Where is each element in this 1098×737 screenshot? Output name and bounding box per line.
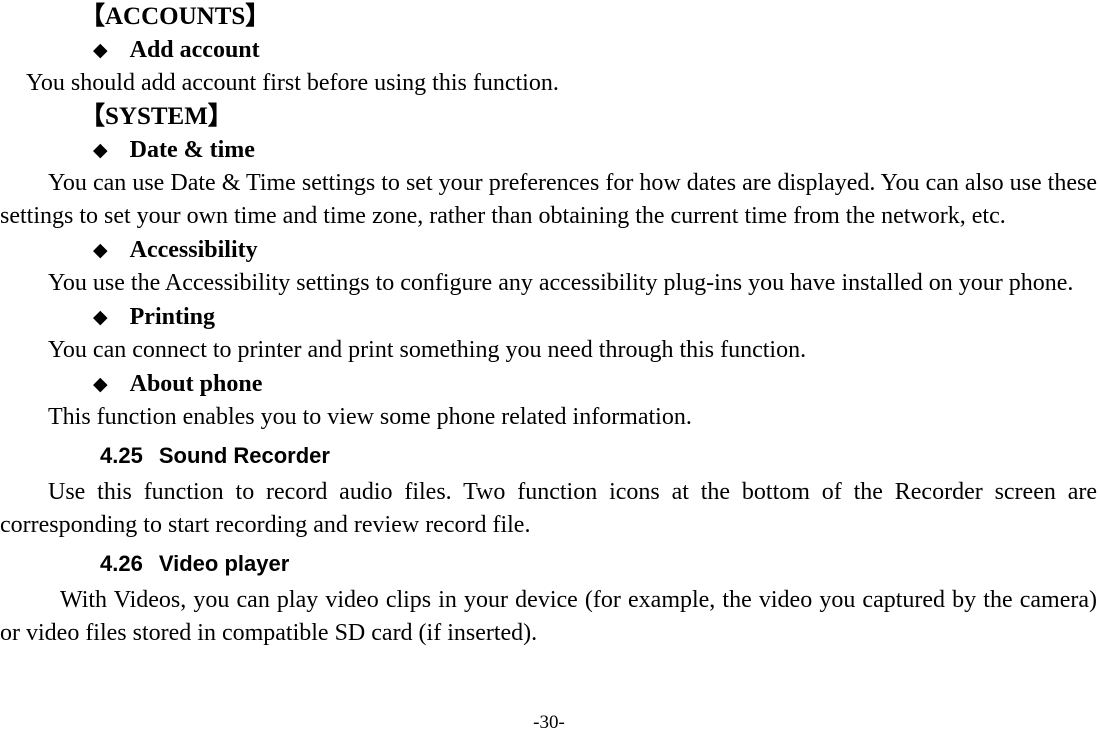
diamond-bullet-icon: ◆ <box>93 239 108 261</box>
bullet-item-date-time: ◆ Date & time <box>0 133 1098 167</box>
bullet-item-printing: ◆ Printing <box>0 300 1098 334</box>
document-page: 【ACCOUNTS】 ◆ Add account You should add a… <box>0 0 1098 737</box>
bullet-label-date-time: Date & time <box>129 137 255 163</box>
diamond-bullet-icon: ◆ <box>93 306 108 328</box>
paragraph-date-time: You can use Date & Time settings to set … <box>0 170 1097 229</box>
diamond-bullet-icon: ◆ <box>93 373 108 395</box>
bullet-label-accessibility: Accessibility <box>129 237 258 263</box>
bullet-label-printing: Printing <box>129 304 215 330</box>
heading-number-video-player: 4.26 <box>100 551 143 576</box>
page-number-footer: -30- <box>533 712 565 733</box>
diamond-bullet-icon: ◆ <box>93 139 108 161</box>
heading-title-video-player: Video player <box>158 551 290 576</box>
bullet-item-add-account: ◆ Add account <box>0 33 1098 67</box>
paragraph-add-account: You should add account first before usin… <box>26 70 559 96</box>
paragraph-sound-recorder: Use this function to record audio files.… <box>0 479 1097 538</box>
heading-title-sound-recorder: Sound Recorder <box>158 443 330 468</box>
diamond-bullet-icon: ◆ <box>93 39 108 61</box>
paragraph-accessibility: You use the Accessibility settings to co… <box>48 270 1074 296</box>
paragraph-video-player: With Videos, you can play video clips in… <box>0 587 1097 646</box>
section-label-system: 【SYSTEM】 <box>80 103 233 130</box>
heading-sound-recorder: 4.25 Sound Recorder <box>0 436 1098 476</box>
paragraph-about-phone: This function enables you to view some p… <box>48 404 692 430</box>
bullet-label-add-account: Add account <box>129 37 260 63</box>
bullet-item-accessibility: ◆ Accessibility <box>0 233 1098 267</box>
paragraph-printing: You can connect to printer and print som… <box>48 337 807 363</box>
bullet-item-about-phone: ◆ About phone <box>0 367 1098 401</box>
heading-number-sound-recorder: 4.25 <box>100 443 143 468</box>
bullet-label-about-phone: About phone <box>129 371 263 397</box>
section-label-accounts: 【ACCOUNTS】 <box>80 3 271 30</box>
heading-video-player: 4.26 Video player <box>0 544 1098 584</box>
